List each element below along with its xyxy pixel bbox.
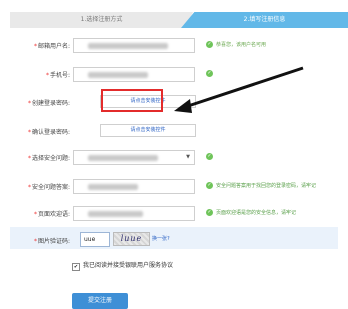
check-icon: ✓ xyxy=(206,153,213,160)
username-input[interactable] xyxy=(73,38,195,53)
highlight-box xyxy=(101,89,163,112)
phone-input[interactable] xyxy=(73,67,195,82)
agreement-checkbox[interactable]: ✔ xyxy=(72,263,80,271)
phone-row: *手机号: ✓ xyxy=(0,67,348,83)
submit-button[interactable]: 提交注册 xyxy=(72,293,128,309)
step-header: 1.选择注册方式 2.填写注册信息 xyxy=(10,12,348,28)
security-answer-input[interactable] xyxy=(73,179,195,194)
welcome-label: *页面欢迎语: xyxy=(33,211,70,218)
welcome-hint: 页面欢迎语是您的安全信息，请牢记 xyxy=(216,210,297,216)
captcha-input[interactable]: uue xyxy=(80,232,110,247)
install-control-button-confirm[interactable]: 请点击安装控件 xyxy=(100,124,196,137)
username-hint: 恭喜您，该用户名可用 xyxy=(216,42,267,48)
step-choose-method: 1.选择注册方式 xyxy=(10,12,193,28)
welcome-row: *页面欢迎语: ✓ 页面欢迎语是您的安全信息，请牢记 xyxy=(0,206,348,222)
login-password-row: *创建登录密码: 请点击安装控件 xyxy=(0,95,348,111)
security-answer-label: *安全问题答案: xyxy=(27,184,70,191)
captcha-label: *图片验证码: xyxy=(33,238,70,245)
step-fill-info: 2.填写注册信息 xyxy=(181,12,348,28)
check-icon: ✓ xyxy=(206,209,213,216)
refresh-captcha-link[interactable]: 换一张? xyxy=(152,235,170,242)
login-password-label: *创建登录密码: xyxy=(27,100,70,107)
confirm-password-label: *确认登录密码: xyxy=(27,129,70,136)
security-question-row: *选择安全问题: ▼ ✓ xyxy=(0,150,348,166)
confirm-password-row: *确认登录密码: 请点击安装控件 xyxy=(0,124,348,140)
security-answer-row: *安全问题答案: ✓ 安全问题答案用于找回您的登录密码，请牢记 xyxy=(0,179,348,195)
check-icon: ✓ xyxy=(206,41,213,48)
welcome-input[interactable] xyxy=(73,206,195,221)
agreement-text: 我已阅读并接受银联用户服务协议 xyxy=(83,262,174,269)
username-row: *邮箱用户名: ✓ 恭喜您，该用户名可用 xyxy=(0,38,348,54)
captcha-image[interactable]: luue xyxy=(113,232,150,246)
security-question-label: *选择安全问题: xyxy=(27,155,70,162)
check-icon: ✓ xyxy=(206,70,213,77)
agreement: ✔ 我已阅读并接受银联用户服务协议 xyxy=(72,260,173,271)
phone-label: *手机号: xyxy=(45,72,70,79)
username-label: *邮箱用户名: xyxy=(33,43,70,50)
captcha-row: *图片验证码: uue luue 换一张? xyxy=(0,232,348,249)
check-icon: ✓ xyxy=(206,182,213,189)
chevron-down-icon: ▼ xyxy=(186,154,190,160)
security-question-select[interactable]: ▼ xyxy=(73,150,195,165)
security-answer-hint: 安全问题答案用于找回您的登录密码，请牢记 xyxy=(216,183,317,189)
